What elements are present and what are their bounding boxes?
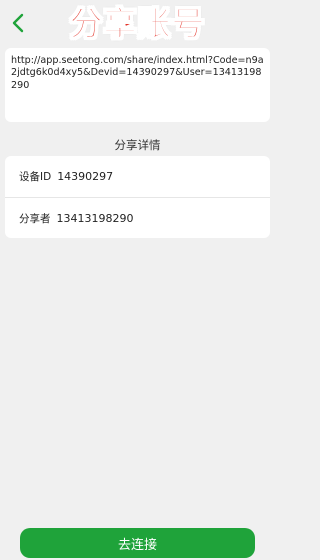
share-url-box[interactable]: http://app.seetong.com/share/index.html?…: [5, 48, 270, 122]
device-id-value: 14390297: [57, 170, 114, 183]
sharer-value: 13413198290: [56, 211, 134, 225]
section-title: 分享详情: [114, 138, 161, 152]
device-id-row: 设备ID 14390297: [5, 156, 270, 197]
sharer-row: 分享者 13413198290: [5, 197, 270, 238]
header: 分享账号: [0, 0, 275, 46]
connect-button[interactable]: 去连接: [20, 528, 255, 558]
page-title: 分享账号: [69, 4, 206, 44]
sharer-label: 分享者: [19, 212, 51, 225]
share-details-card: 设备ID 14390297 分享者 13413198290: [5, 156, 270, 238]
device-id-label: 设备ID: [19, 171, 52, 183]
